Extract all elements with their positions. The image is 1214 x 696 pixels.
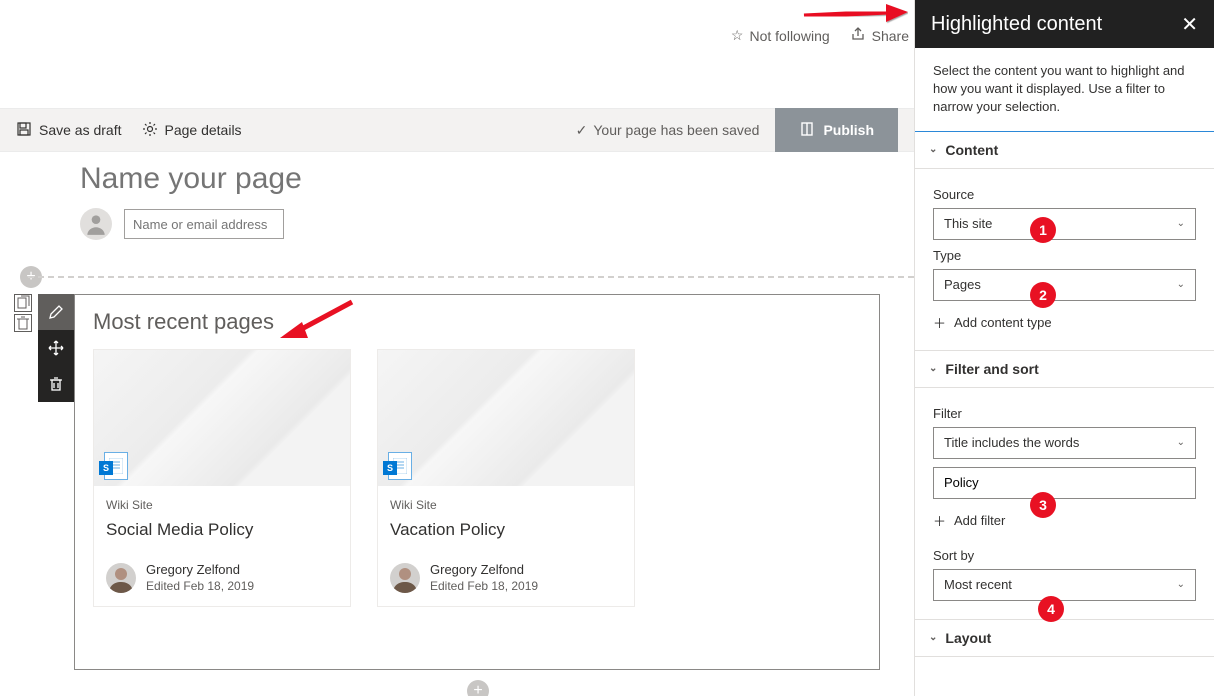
filter-section: Filter Title includes the words ⌄ ＋ Add … (915, 388, 1214, 619)
share-button[interactable]: Share (850, 26, 909, 45)
share-icon (850, 26, 866, 45)
command-bar: Save as draft Page details ✓ Your page h… (0, 108, 914, 152)
type-value: Pages (944, 277, 981, 292)
chevron-down-icon: ⌄ (1177, 279, 1185, 290)
book-icon (799, 121, 815, 140)
save-icon (16, 121, 32, 140)
section-toggle-content[interactable]: ⌄ Content (915, 131, 1214, 169)
panel-description: Select the content you want to highlight… (915, 48, 1214, 131)
annotation-arrow-icon (800, 2, 908, 26)
sort-dropdown[interactable]: Most recent ⌄ (933, 569, 1196, 601)
card-author: Gregory Zelfond (146, 562, 254, 579)
section-toggle-layout[interactable]: ⌄ Layout (915, 619, 1214, 657)
content-card[interactable]: S Wiki Site Social Media Policy Gregory … (93, 349, 351, 607)
chevron-down-icon: ⌄ (1177, 218, 1185, 229)
saved-label: Your page has been saved (593, 122, 759, 138)
avatar-placeholder-icon (80, 208, 112, 240)
check-icon: ✓ (576, 122, 588, 139)
author-row (14, 208, 914, 240)
author-input[interactable] (124, 209, 284, 239)
section-toggle-filter[interactable]: ⌄ Filter and sort (915, 350, 1214, 388)
source-dropdown[interactable]: This site ⌄ (933, 208, 1196, 240)
follow-button[interactable]: ☆ Not following (731, 27, 830, 44)
sort-value: Most recent (944, 577, 1012, 592)
sharepoint-badge-icon: S (99, 461, 113, 475)
card-thumbnail: S (378, 350, 634, 486)
card-title: Social Media Policy (106, 520, 338, 540)
filter-text-input[interactable] (933, 467, 1196, 499)
edit-webpart-button[interactable] (38, 294, 74, 330)
save-draft-button[interactable]: Save as draft (16, 121, 122, 140)
page-details-label: Page details (165, 122, 242, 138)
source-label: Source (933, 187, 1196, 202)
type-dropdown[interactable]: Pages ⌄ (933, 269, 1196, 301)
section-copy-icon[interactable] (14, 294, 32, 312)
chevron-down-icon: ⌄ (929, 363, 937, 374)
follow-label: Not following (749, 28, 829, 44)
sharepoint-page-icon: S (388, 452, 412, 480)
publish-button[interactable]: Publish (775, 108, 898, 152)
plus-icon: ＋ (933, 313, 946, 332)
content-card[interactable]: S Wiki Site Vacation Policy Gregory Zelf… (377, 349, 635, 607)
source-value: This site (944, 216, 992, 231)
type-label: Type (933, 248, 1196, 263)
section-label: Content (945, 142, 998, 158)
publish-label: Publish (823, 122, 874, 138)
webpart-toolbar (38, 294, 74, 402)
panel-title: Highlighted content (931, 13, 1102, 36)
filter-dropdown[interactable]: Title includes the words ⌄ (933, 427, 1196, 459)
annotation-badge: 4 (1038, 596, 1064, 622)
section-label: Filter and sort (945, 361, 1038, 377)
canvas-left-rail (14, 294, 32, 332)
sort-label: Sort by (933, 548, 1196, 563)
delete-webpart-button[interactable] (38, 366, 74, 402)
author-avatar-icon (106, 563, 136, 593)
card-thumbnail: S (94, 350, 350, 486)
sharepoint-page-icon: S (104, 452, 128, 480)
section-delete-icon[interactable] (14, 314, 32, 332)
section-label: Layout (945, 630, 991, 646)
webpart-title: Most recent pages (93, 309, 861, 335)
card-site: Wiki Site (106, 498, 338, 512)
share-label: Share (872, 28, 909, 44)
move-webpart-button[interactable] (38, 330, 74, 366)
card-title: Vacation Policy (390, 520, 622, 540)
card-meta: Edited Feb 18, 2019 (146, 579, 254, 595)
chevron-down-icon: ⌄ (1177, 579, 1185, 590)
highlighted-content-webpart[interactable]: Most recent pages S Wiki Site Social Med… (74, 294, 880, 670)
section-divider (28, 276, 914, 278)
add-content-type-button[interactable]: ＋ Add content type (933, 313, 1196, 332)
chevron-down-icon: ⌄ (929, 144, 937, 155)
author-avatar-icon (390, 563, 420, 593)
add-webpart-button[interactable]: + (467, 680, 489, 696)
filter-label: Filter (933, 406, 1196, 421)
add-filter-button[interactable]: ＋ Add filter (933, 511, 1196, 530)
annotation-badge: 3 (1030, 492, 1056, 518)
page-title-input[interactable] (14, 152, 614, 202)
chevron-down-icon: ⌄ (1177, 437, 1185, 448)
page-canvas: + Most recent pages S Wiki Site Social M… (14, 152, 914, 696)
card-grid: S Wiki Site Social Media Policy Gregory … (93, 349, 861, 607)
card-site: Wiki Site (390, 498, 622, 512)
gear-icon (142, 121, 158, 140)
top-actions: ☆ Not following Share (731, 26, 909, 45)
close-icon[interactable]: ✕ (1181, 12, 1198, 37)
property-panel: Highlighted content ✕ Select the content… (914, 0, 1214, 696)
annotation-badge: 2 (1030, 282, 1056, 308)
content-section: Source This site ⌄ Type Pages ⌄ ＋ Add co… (915, 169, 1214, 350)
chevron-down-icon: ⌄ (929, 632, 937, 643)
annotation-badge: 1 (1030, 217, 1056, 243)
add-filter-label: Add filter (954, 513, 1005, 528)
plus-icon: ＋ (933, 511, 946, 530)
card-author: Gregory Zelfond (430, 562, 538, 579)
panel-header: Highlighted content ✕ (915, 0, 1214, 48)
filter-value: Title includes the words (944, 435, 1079, 450)
star-icon: ☆ (731, 27, 744, 44)
sharepoint-badge-icon: S (383, 461, 397, 475)
save-draft-label: Save as draft (39, 122, 122, 138)
saved-indicator: ✓ Your page has been saved (576, 122, 760, 139)
add-content-type-label: Add content type (954, 315, 1052, 330)
card-meta: Edited Feb 18, 2019 (430, 579, 538, 595)
page-details-button[interactable]: Page details (142, 121, 242, 140)
